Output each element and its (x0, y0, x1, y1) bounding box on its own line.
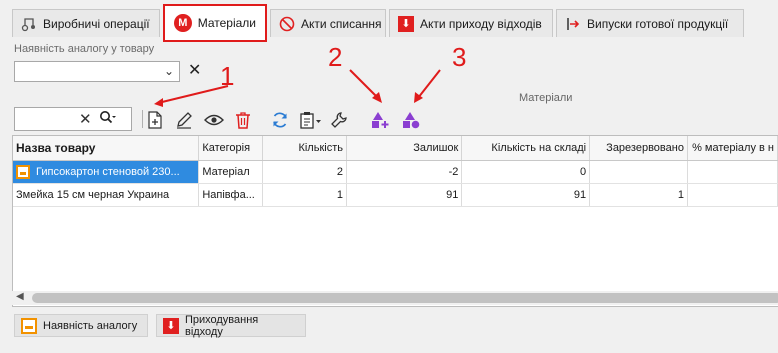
view-eye-icon[interactable] (203, 109, 225, 131)
analog-doc-icon (21, 317, 37, 334)
refresh-icon[interactable] (269, 109, 291, 131)
clear-filter-icon[interactable]: ✕ (188, 60, 201, 80)
column-header-remainder[interactable]: Залишок (346, 136, 463, 161)
analog-filter-select[interactable]: ⌄ (14, 61, 180, 82)
wrench-icon[interactable] (328, 109, 350, 131)
tab-waste-receipt-acts[interactable]: ⬇ Акти приходу відходів (389, 9, 553, 37)
table-row[interactable]: Гипсокартон стеновой 230... Матеріал 2 -… (13, 160, 778, 184)
materials-m-icon: M (174, 14, 192, 32)
delete-trash-icon[interactable] (232, 109, 254, 131)
cell-name[interactable]: Гипсокартон стеновой 230... (13, 160, 200, 184)
materials-grid: Назва товару Категорія Кількість Залишок… (12, 135, 778, 307)
red-down-arrow-icon: ⬇ (398, 15, 414, 32)
cell-stock[interactable]: 91 (461, 183, 591, 207)
tab-writeoff-acts[interactable]: Акти списання (270, 9, 386, 37)
annotation-number-2: 2 (328, 42, 343, 72)
cell-quantity[interactable]: 2 (262, 160, 347, 184)
waste-incoming-label: Приходування відходу (184, 313, 259, 338)
cell-reserved[interactable] (589, 160, 688, 184)
tab-label: Виробничі операції (43, 16, 150, 31)
cell-category[interactable]: Матеріал (198, 160, 264, 184)
column-header-quantity[interactable]: Кількість (262, 136, 347, 161)
column-header-reserved[interactable]: Зарезервовано (589, 136, 688, 161)
tab-label: Акти приходу відходів (420, 16, 542, 31)
table-row[interactable]: Змейка 15 см черная Украина Напівфа... 1… (13, 183, 778, 207)
analog-availability-button[interactable]: Наявність аналогу (14, 314, 148, 337)
clear-search-icon[interactable]: ✕ (79, 110, 92, 128)
grid-toolbar: ✕ (12, 107, 778, 133)
cell-stock[interactable]: 0 (461, 160, 591, 184)
forbidden-icon (279, 16, 295, 32)
toolbar-separator (142, 110, 143, 128)
tab-finished-product-releases[interactable]: Випуски готової продукції (556, 9, 744, 37)
annotation-number-1: 1 (220, 61, 235, 91)
clipboard-menu-icon[interactable] (298, 109, 324, 131)
cell-category[interactable]: Напівфа... (198, 183, 264, 207)
cell-quantity[interactable]: 1 (262, 183, 347, 207)
tab-materials[interactable]: M Матеріали (163, 4, 267, 42)
analog-filter-label: Наявність аналогу у товару (14, 43, 155, 55)
grid-title: Матеріали (519, 92, 573, 104)
release-icon (565, 16, 581, 32)
cell-remainder[interactable]: 91 (346, 183, 463, 207)
edit-pencil-icon[interactable] (173, 109, 195, 131)
bottom-toolbar: Наявність аналогу ⬇ Приходування відходу (14, 314, 774, 338)
tab-bar: Виробничі операції M Матеріали Акти спис… (0, 0, 778, 42)
grid-header-row: Назва товару Категорія Кількість Залишок… (13, 136, 778, 161)
scroll-left-icon[interactable]: ◀ (16, 291, 24, 302)
tab-production-operations[interactable]: Виробничі операції (12, 9, 160, 37)
material-doc-icon (16, 164, 30, 179)
waste-incoming-button[interactable]: ⬇ Приходування відходу (156, 313, 306, 338)
column-header-stock[interactable]: Кількість на складі (461, 136, 591, 161)
cell-remainder[interactable]: -2 (346, 160, 463, 184)
cell-material-percent[interactable] (687, 183, 778, 207)
process-icon (21, 16, 37, 32)
cell-material-percent[interactable] (687, 160, 778, 184)
red-down-arrow-icon: ⬇ (163, 317, 179, 334)
scrollbar-thumb[interactable] (32, 293, 778, 303)
tab-label: Випуски готової продукції (587, 16, 729, 31)
chevron-down-icon: ⌄ (163, 64, 174, 78)
search-icon[interactable] (99, 110, 117, 129)
tab-label: Матеріали (197, 16, 256, 30)
column-header-material-percent[interactable]: % матеріалу в н (687, 136, 778, 161)
cell-name-text: Гипсокартон стеновой 230... (36, 165, 180, 178)
add-analog-shapes-icon[interactable] (369, 109, 391, 131)
annotation-number-3: 3 (452, 42, 467, 72)
column-header-name[interactable]: Назва товару (13, 136, 200, 161)
analog-availability-label: Наявність аналогу (43, 319, 138, 332)
search-input[interactable]: ✕ (14, 107, 132, 131)
analog-shapes-icon[interactable] (400, 109, 422, 131)
column-header-category[interactable]: Категорія (198, 136, 264, 161)
horizontal-scrollbar[interactable]: ◀ (12, 291, 778, 305)
cell-reserved[interactable]: 1 (589, 183, 688, 207)
cell-name[interactable]: Змейка 15 см черная Украина (13, 183, 200, 207)
tab-label: Акти списання (301, 16, 382, 31)
add-document-icon[interactable] (144, 109, 166, 131)
